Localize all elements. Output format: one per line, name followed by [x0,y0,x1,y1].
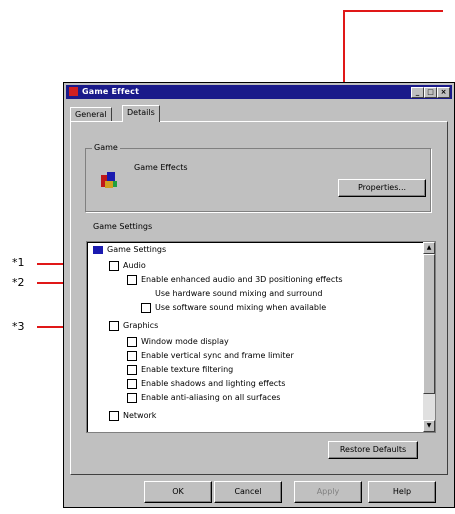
minimize-button[interactable]: _ [411,87,424,98]
vertical-scrollbar[interactable]: ▲ ▼ [423,242,435,432]
app-icon [69,87,78,96]
marker-1: *1 [12,256,25,269]
apply-button[interactable]: Apply [294,481,362,503]
tree-item[interactable]: Enable texture filtering [127,364,233,375]
tree-item[interactable]: Enable enhanced audio and 3D positioning… [127,274,343,285]
tree-item-label: Enable texture filtering [141,365,234,374]
tree-item[interactable]: Window mode display [127,336,229,347]
game-group: Game Game Effects Properties... [85,143,431,212]
maximize-button[interactable]: □ [424,87,437,98]
tree-item[interactable]: Enable anti-aliasing on all surfaces [127,392,280,403]
computer-icon [93,245,103,254]
restore-defaults-button[interactable]: Restore Defaults [328,441,418,459]
tree-item-label: Enable enhanced audio and 3D positioning… [141,275,343,284]
tree-root: Game Settings [93,244,166,255]
callout-horizontal-1 [343,10,443,12]
tree-item[interactable]: Enable vertical sync and frame limiter [127,350,294,361]
tree-item-label: Audio [123,261,146,270]
tab-strip: General Details [70,105,448,122]
checkbox[interactable] [127,392,137,403]
window-title: Game Effect [82,87,140,96]
checkbox[interactable] [127,350,137,361]
game-name: Game Effects [134,163,188,172]
close-button[interactable]: × [437,87,450,98]
game-icon [101,172,117,188]
marker-3: *3 [12,320,25,333]
cancel-button[interactable]: Cancel [214,481,282,503]
tree-item[interactable]: Enable shadows and lighting effects [127,378,285,389]
checkbox[interactable] [141,302,151,313]
checkbox[interactable] [109,260,119,271]
tree-item[interactable]: Use software sound mixing when available [141,302,326,313]
ok-button[interactable]: OK [144,481,212,503]
scroll-up-icon[interactable]: ▲ [423,242,435,254]
checkbox[interactable] [109,410,119,421]
marker-2: *2 [12,276,25,289]
properties-button[interactable]: Properties... [338,179,426,197]
tree-group-label: Game Settings [93,222,153,231]
checkbox[interactable] [127,274,137,285]
tree-item-graphics[interactable]: Graphics [109,320,158,331]
checkbox[interactable] [109,320,119,331]
checkbox[interactable] [127,378,137,389]
tree-item-network[interactable]: Network [109,410,156,421]
checkbox[interactable] [127,364,137,375]
title-bar[interactable]: Game Effect _ □ × [66,85,452,99]
tab-general[interactable]: General [70,107,112,122]
scroll-down-icon[interactable]: ▼ [423,420,435,432]
tree-item-label: Enable shadows and lighting effects [141,379,286,388]
game-group-label: Game [92,143,120,152]
tree-item-label: Enable vertical sync and frame limiter [141,351,294,360]
tree-item-label: Enable anti-aliasing on all surfaces [141,393,281,402]
tree-root-label: Game Settings [107,245,167,254]
scroll-thumb[interactable] [423,254,435,394]
dialog-window: Game Effect _ □ × General Details Game G… [63,82,455,508]
tree-item: Use hardware sound mixing and surround [155,288,322,299]
tab-details[interactable]: Details [122,105,160,122]
tree-item-label: Window mode display [141,337,229,346]
tree-item-label: Use software sound mixing when available [155,303,327,312]
tree-item-label: Network [123,411,157,420]
tree-item-label: Use hardware sound mixing and surround [155,289,323,298]
checkbox[interactable] [127,336,137,347]
settings-tree[interactable]: Game Settings Audio Enable enhanced audi… [86,241,436,433]
help-button[interactable]: Help [368,481,436,503]
tree-item-audio[interactable]: Audio [109,260,146,271]
tree-item-label: Graphics [123,321,159,330]
